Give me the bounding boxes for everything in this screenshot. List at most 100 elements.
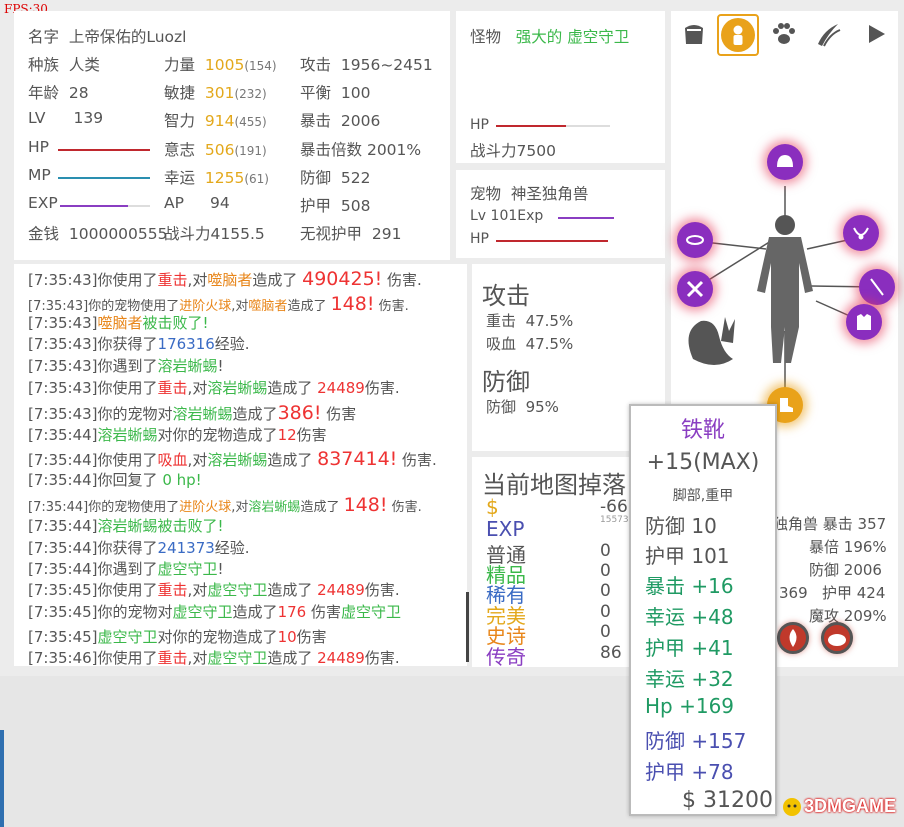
mp-bar <box>58 177 150 179</box>
drop-value: 0 <box>600 581 611 601</box>
tooltip-item-name: 铁靴 <box>680 418 725 443</box>
luck-row: 幸运 1255(61) <box>164 169 269 187</box>
crit-multiplier-row: 暴击倍数 2001% <box>300 141 422 159</box>
hp-label: HP <box>28 138 50 156</box>
strength-row: 力量 1005(154) <box>164 56 277 74</box>
log-line: [7:35:44]你获得了241373经验. <box>28 539 250 557</box>
log-line: [7:35:45]你的宠物对虚空守卫造成了176 伤害虚空守卫 <box>28 603 401 621</box>
intelligence-row: 智力 914(455) <box>164 112 267 130</box>
tooltip-bonus-stat: 护甲 +41 <box>645 636 734 660</box>
paw-icon <box>773 23 795 44</box>
pet-hp-label: HP <box>470 231 489 247</box>
monster-panel: 怪物 强大的 虚空守卫 HP 战斗力7500 <box>456 11 665 163</box>
log-line: [7:35:44]溶岩蜥蜴对你的宠物造成了12伤害 <box>28 426 327 444</box>
log-line: [7:35:43]噬脑者被击败了! <box>28 314 209 332</box>
drop-label: $ <box>486 495 499 519</box>
bag-icon <box>685 25 703 44</box>
necklace-icon <box>853 227 869 240</box>
tooltip-price: $ 31200 <box>682 788 773 813</box>
will-row: 意志 506(191) <box>164 141 267 159</box>
level-row: LV 139 <box>28 109 104 127</box>
log-line: [7:35:44]你的宠物使用了进阶火球,对溶岩蜥蜴造成了 148! 伤害. <box>28 494 422 516</box>
log-line: [7:35:44]你回复了 0 hp! <box>28 471 202 489</box>
tooltip-bonus-stat: 防御 +157 <box>645 729 747 753</box>
race-row: 种族 人类 <box>28 56 100 74</box>
log-line: [7:35:45]你使用了重击,对虚空守卫造成了 24489伤害. <box>28 581 400 599</box>
pet-skill-1[interactable] <box>777 622 809 654</box>
defense-row: 防御 522 <box>300 169 371 187</box>
name-row: 名字 上帝保佑的Luozl <box>28 28 187 46</box>
pet-exp-bar <box>558 217 614 219</box>
tab-inventory[interactable] <box>675 15 713 53</box>
exp-bar <box>60 205 128 207</box>
slot-offhand[interactable] <box>859 269 895 305</box>
person-icon <box>721 18 755 52</box>
slot-amulet[interactable] <box>677 222 713 258</box>
log-line: [7:35:44]你使用了吸血,对溶岩蜥蜴造成了 837414! 伤害. <box>28 448 437 470</box>
tooltip-bonus-stat: 暴击 +16 <box>645 574 734 598</box>
tab-next[interactable] <box>857 15 895 53</box>
item-tooltip: 铁靴 +15(MAX) 脚部,重甲 防御 10 护甲 101 暴击 +16 幸运 +4… <box>629 404 777 816</box>
pet-panel: 宠物 神圣独角兽 Lv 101Exp HP <box>456 170 665 258</box>
slot-necklace[interactable] <box>843 215 879 251</box>
drop-subvalue: 15573 <box>600 515 629 525</box>
age-row: 年龄 28 <box>28 84 89 102</box>
crit-row: 暴击 2006 <box>300 112 381 130</box>
monster-hp-label: HP <box>470 117 489 133</box>
tooltip-bonus-stat: 幸运 +32 <box>645 667 734 691</box>
combat-log[interactable]: [7:35:43]你使用了重击,对噬脑者造成了 490425! 伤害. [7:35… <box>14 264 467 666</box>
armor-row: 护甲 508 <box>300 197 371 215</box>
log-line: [7:35:43]你使用了重击,对溶岩蜥蜴造成了 24489伤害. <box>28 379 400 397</box>
tooltip-bonus-stat: 幸运 +48 <box>645 605 734 629</box>
tooltip-item-level: +15(MAX) <box>646 450 760 475</box>
log-line: [7:35:43]你获得了176316经验. <box>28 335 250 353</box>
log-line: [7:35:45]虚空守卫对你的宠物造成了10伤害 <box>28 628 327 646</box>
attack-row: 攻击 1956~2451 <box>300 56 433 74</box>
monster-row: 怪物 强大的 虚空守卫 <box>470 28 630 46</box>
monster-hp-bar <box>496 125 566 127</box>
monster-power-row: 战斗力7500 <box>470 142 556 160</box>
attack-skills-title: 攻击 <box>482 282 530 310</box>
player-stats-panel: 名字 上帝保佑的Luozl 种族 人类 年龄 28 LV 139 HP MP EX… <box>14 11 450 260</box>
tab-pet[interactable] <box>765 15 803 53</box>
tooltip-bonus-stat: 护甲 +78 <box>645 760 734 784</box>
log-line: [7:35:44]你遇到了虚空守卫! <box>28 560 224 578</box>
tab-character[interactable] <box>717 14 759 56</box>
pet-stat-defense: 防御 2006 <box>809 561 882 579</box>
left-blue-strip <box>0 730 4 827</box>
log-line: [7:35:43]你使用了重击,对噬脑者造成了 490425! 伤害. <box>28 268 422 290</box>
helmet-icon <box>777 155 793 167</box>
log-line: [7:35:43]你遇到了溶岩蜥蜴! <box>28 357 224 375</box>
exp-label: EXP <box>28 194 58 212</box>
pet-skill-2[interactable] <box>821 622 853 654</box>
pet-stat-critmul: 暴倍 196% <box>809 538 887 556</box>
agility-row: 敏捷 301(232) <box>164 84 267 102</box>
tooltip-bonus-stat: Hp +169 <box>645 694 735 718</box>
tab-skills[interactable] <box>809 15 847 53</box>
drop-value: 0 <box>600 602 611 622</box>
ap-row: AP 94 <box>164 194 230 212</box>
slot-body[interactable] <box>846 304 882 340</box>
pet-stat-armor: 369 护甲 424 <box>779 584 886 602</box>
watermark-logo: 3DMGAME <box>780 795 896 817</box>
drops-title: 当前地图掉落 <box>482 471 626 499</box>
watermark-cat-icon <box>783 798 801 816</box>
drop-value: 0 <box>600 541 611 561</box>
slot-weapon[interactable] <box>677 271 713 307</box>
pet-hp-bar <box>496 240 608 242</box>
drop-label: 传奇 <box>486 645 526 669</box>
boots-icon <box>780 398 793 412</box>
ring-icon <box>686 235 704 245</box>
pet-stat-crit: 独角兽 暴击 357 <box>773 515 887 533</box>
tooltip-base-stat: 护甲 101 <box>645 544 730 568</box>
slot-head[interactable] <box>767 144 803 180</box>
pet-level-row: Lv 101Exp <box>470 208 544 224</box>
gold-row: 金钱 1000000555 <box>28 225 168 243</box>
skill-life-drain[interactable]: 吸血 47.5% <box>486 333 573 354</box>
log-scrollbar[interactable] <box>466 592 469 662</box>
skill-defense[interactable]: 防御 95% <box>486 396 559 417</box>
skill-heavy-strike[interactable]: 重击 47.5% <box>486 310 573 331</box>
log-line: [7:35:43]你的宠物对溶岩蜥蜴造成了386! 伤害 <box>28 402 357 424</box>
wand-icon <box>870 278 884 296</box>
armor-icon <box>857 314 871 330</box>
